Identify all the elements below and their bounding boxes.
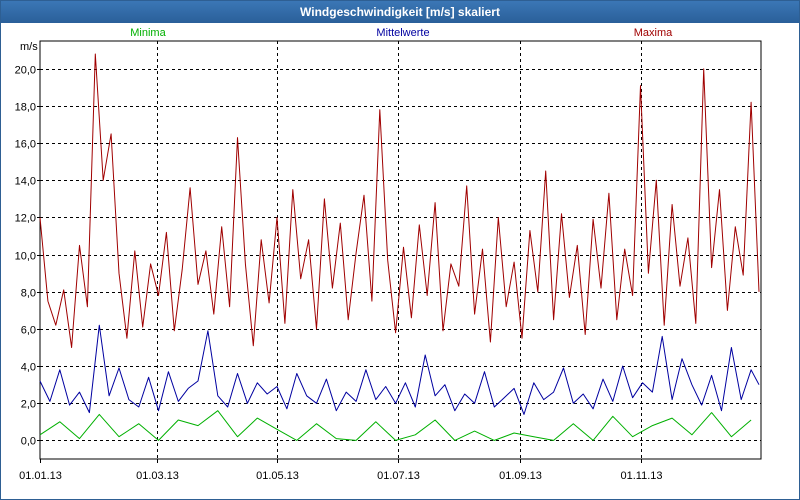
chart-area: 0,0 2,0 4,0 6,0 8,0 10,0 12,0 14,0 16,0 18,0 20,0 0… [15,27,762,482]
y-tick-label: 14,0 [15,176,36,188]
y-tick-label: 0,0 [21,436,36,448]
x-tick-label: 01.03.13 [136,470,179,482]
legend-label-mittelwerte: Mittelwerte [376,27,429,39]
x-tick-label: 01.01.13 [19,470,62,482]
legend: Minima Mittelwerte Maxima [130,27,673,39]
y-tick-label: 4,0 [21,362,36,374]
x-tick-label: 01.07.13 [377,470,420,482]
y-tick-label: 10,0 [15,251,36,263]
x-tick-label: 01.05.13 [256,470,299,482]
legend-label-minima: Minima [130,27,166,39]
window-title: Windgeschwindigkeit [m/s] skaliert [1,1,799,23]
y-tick-label: 6,0 [21,325,36,337]
x-tick-label: 01.11.13 [620,470,662,482]
x-tick-label: 01.09.13 [499,470,542,482]
plot-background [39,40,762,460]
y-tick-label: 12,0 [15,213,36,225]
y-tick-label: 18,0 [15,102,36,114]
y-tick-label: 16,0 [15,139,36,151]
y-tick-label: 20,0 [15,65,36,77]
legend-label-maxima: Maxima [634,27,673,39]
y-axis-unit-label: m/s [20,41,38,53]
y-tick-label: 2,0 [21,399,36,411]
y-tick-label: 8,0 [21,288,36,300]
chart-window: Windgeschwindigkeit [m/s] skaliert 0,0 2,… [0,0,800,500]
